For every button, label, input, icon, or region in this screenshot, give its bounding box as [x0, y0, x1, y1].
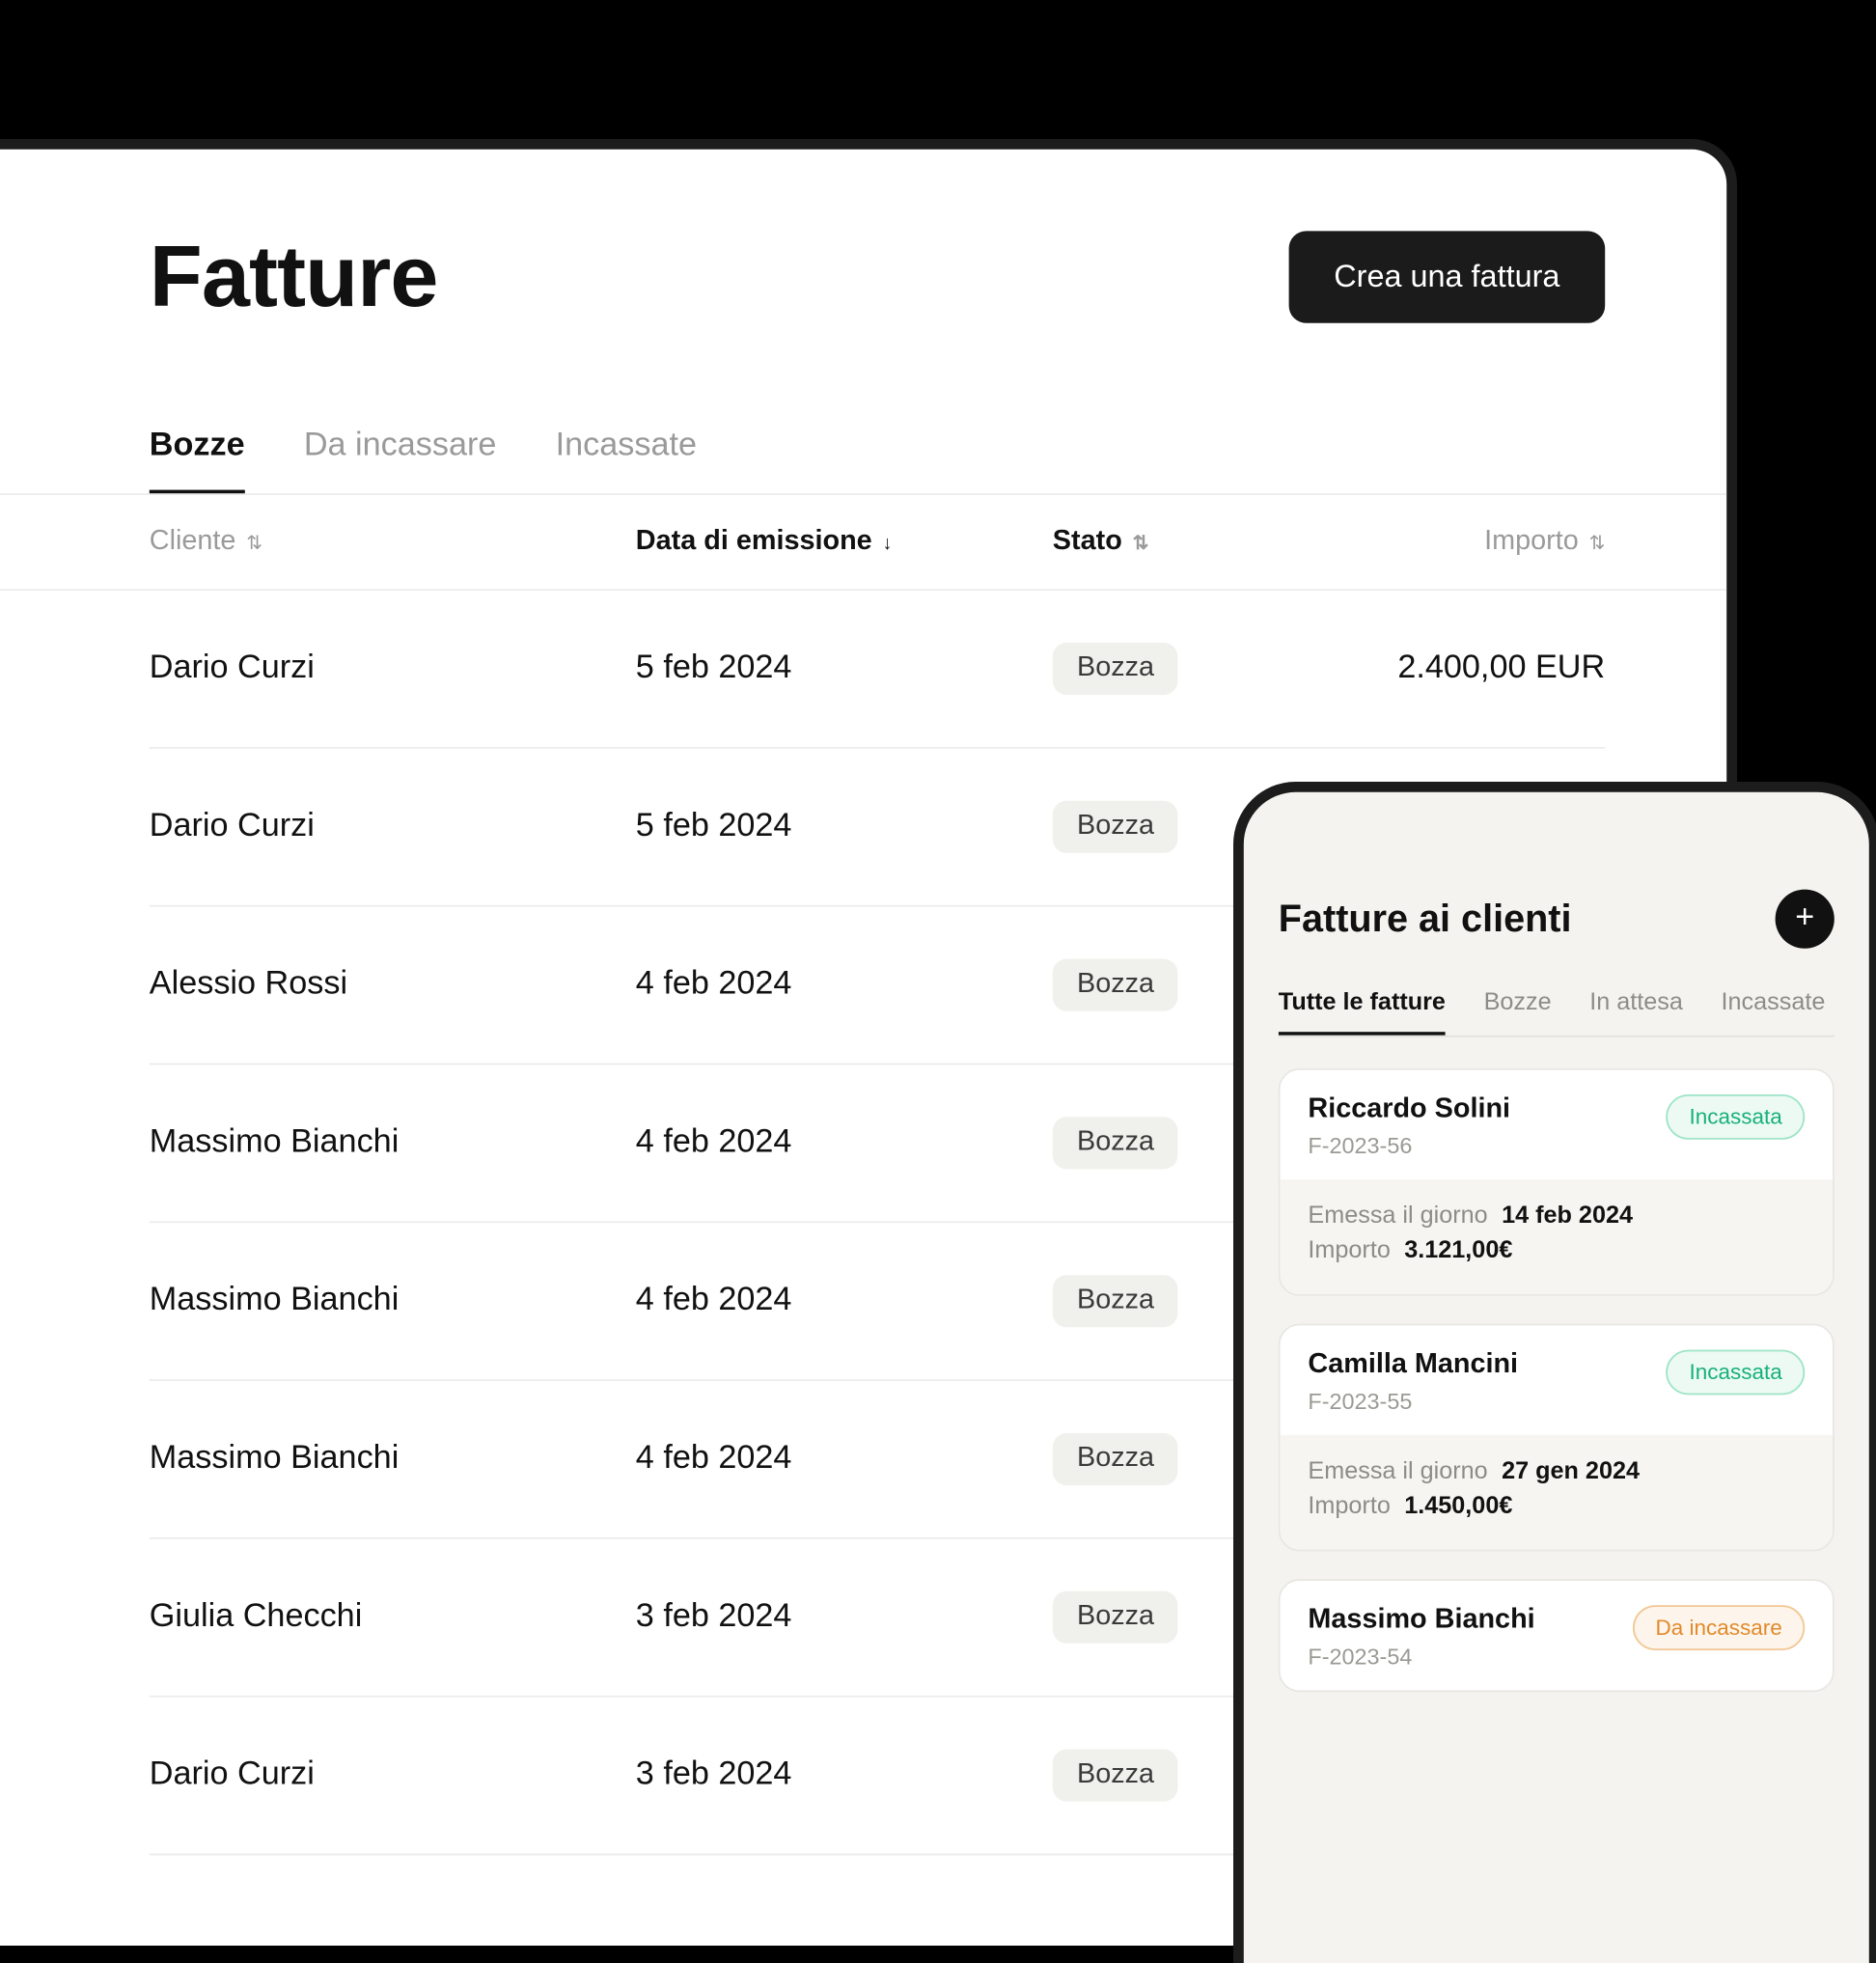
- cell-data: 5 feb 2024: [636, 808, 1053, 846]
- status-badge: Bozza: [1053, 1591, 1178, 1644]
- col-header-importo[interactable]: Importo⇅: [1331, 526, 1605, 557]
- card-client-name: Riccardo Solini: [1308, 1094, 1510, 1125]
- status-badge: Bozza: [1053, 643, 1178, 695]
- card-details: Emessa il giorno 14 feb 2024 Importo 3.121,…: [1281, 1179, 1833, 1294]
- add-invoice-button[interactable]: +: [1776, 890, 1835, 949]
- label-emessa: Emessa il giorno: [1308, 1201, 1487, 1229]
- invoice-card[interactable]: Riccardo Solini F-2023-56 Incassata Emessa …: [1279, 1068, 1835, 1296]
- label-importo: Importo: [1308, 1235, 1390, 1263]
- cell-cliente: Alessio Rossi: [150, 966, 636, 1005]
- mobile-device: Fatture ai clienti + Tutte le fatture Boz…: [1233, 782, 1876, 1963]
- plus-icon: +: [1795, 899, 1814, 938]
- tab-bozze[interactable]: Bozze: [150, 428, 245, 493]
- sort-icon: ⇅: [246, 534, 262, 555]
- card-ref: F-2023-55: [1308, 1388, 1518, 1414]
- card-client-name: Camilla Mancini: [1308, 1350, 1518, 1381]
- cell-cliente: Massimo Bianchi: [150, 1440, 636, 1479]
- sort-icon: ⇅: [1133, 534, 1149, 555]
- card-ref: F-2023-56: [1308, 1133, 1510, 1159]
- status-badge: Incassata: [1667, 1350, 1805, 1396]
- sort-icon: ⇅: [1589, 534, 1606, 555]
- label-importo: Importo: [1308, 1490, 1390, 1518]
- label-emessa: Emessa il giorno: [1308, 1455, 1487, 1483]
- invoice-card[interactable]: Massimo Bianchi F-2023-54 Da incassare: [1279, 1579, 1835, 1692]
- tab-da-incassare[interactable]: Da incassare: [304, 428, 497, 493]
- cell-cliente: Dario Curzi: [150, 808, 636, 846]
- desktop-tabs: Bozze Da incassare Incassate: [0, 428, 1726, 495]
- status-badge: Bozza: [1053, 1433, 1178, 1485]
- col-header-data[interactable]: Data di emissione↓: [636, 526, 1053, 557]
- mobile-title: Fatture ai clienti: [1279, 897, 1572, 942]
- status-badge: Bozza: [1053, 959, 1178, 1011]
- status-badge: Bozza: [1053, 1117, 1178, 1169]
- cell-data: 4 feb 2024: [636, 1124, 1053, 1163]
- cell-data: 3 feb 2024: [636, 1598, 1053, 1637]
- cell-stato: Bozza: [1053, 643, 1331, 695]
- status-badge: Bozza: [1053, 801, 1178, 853]
- status-badge: Bozza: [1053, 1750, 1178, 1802]
- status-badge: Incassata: [1667, 1094, 1805, 1140]
- page-title: Fatture: [150, 226, 438, 326]
- mobile-tab-in-attesa[interactable]: In attesa: [1589, 986, 1683, 1035]
- value-amount: 1.450,00€: [1404, 1490, 1512, 1518]
- mobile-tabs: Tutte le fatture Bozze In attesa Incassate: [1279, 986, 1835, 1037]
- table-row[interactable]: Dario Curzi5 feb 2024Bozza 2.400,00 EUR: [150, 591, 1605, 749]
- cell-data: 4 feb 2024: [636, 966, 1053, 1005]
- status-badge: Bozza: [1053, 1275, 1178, 1327]
- cell-cliente: Massimo Bianchi: [150, 1124, 636, 1163]
- invoice-card[interactable]: Camilla Mancini F-2023-55 Incassata Emessa …: [1279, 1324, 1835, 1552]
- card-client-name: Massimo Bianchi: [1308, 1605, 1534, 1636]
- cell-data: 4 feb 2024: [636, 1282, 1053, 1320]
- mobile-tab-tutte-le-fatture[interactable]: Tutte le fatture: [1279, 986, 1446, 1035]
- cell-data: 4 feb 2024: [636, 1440, 1053, 1479]
- cell-cliente: Dario Curzi: [150, 1756, 636, 1795]
- mobile-tab-incassate[interactable]: Incassate: [1721, 986, 1825, 1035]
- cell-cliente: Dario Curzi: [150, 650, 636, 688]
- sort-desc-icon: ↓: [882, 534, 892, 555]
- col-header-stato[interactable]: Stato⇅: [1053, 526, 1331, 557]
- mobile-tab-bozze[interactable]: Bozze: [1484, 986, 1552, 1035]
- col-header-cliente[interactable]: Cliente⇅: [150, 526, 636, 557]
- card-details: Emessa il giorno 27 gen 2024 Importo 1.450,…: [1281, 1435, 1833, 1550]
- cell-data: 3 feb 2024: [636, 1756, 1053, 1795]
- value-date: 27 gen 2024: [1502, 1455, 1640, 1483]
- cell-importo: 2.400,00 EUR: [1331, 650, 1605, 688]
- cell-cliente: Giulia Checchi: [150, 1598, 636, 1637]
- cell-cliente: Massimo Bianchi: [150, 1282, 636, 1320]
- value-date: 14 feb 2024: [1502, 1201, 1633, 1229]
- cell-data: 5 feb 2024: [636, 650, 1053, 688]
- status-badge: Da incassare: [1633, 1605, 1805, 1650]
- table-header: Cliente⇅ Data di emissione↓ Stato⇅ Impor…: [0, 495, 1726, 591]
- value-amount: 3.121,00€: [1404, 1235, 1512, 1263]
- create-invoice-button[interactable]: Crea una fattura: [1288, 231, 1605, 322]
- card-ref: F-2023-54: [1308, 1644, 1534, 1670]
- tab-incassate[interactable]: Incassate: [556, 428, 697, 493]
